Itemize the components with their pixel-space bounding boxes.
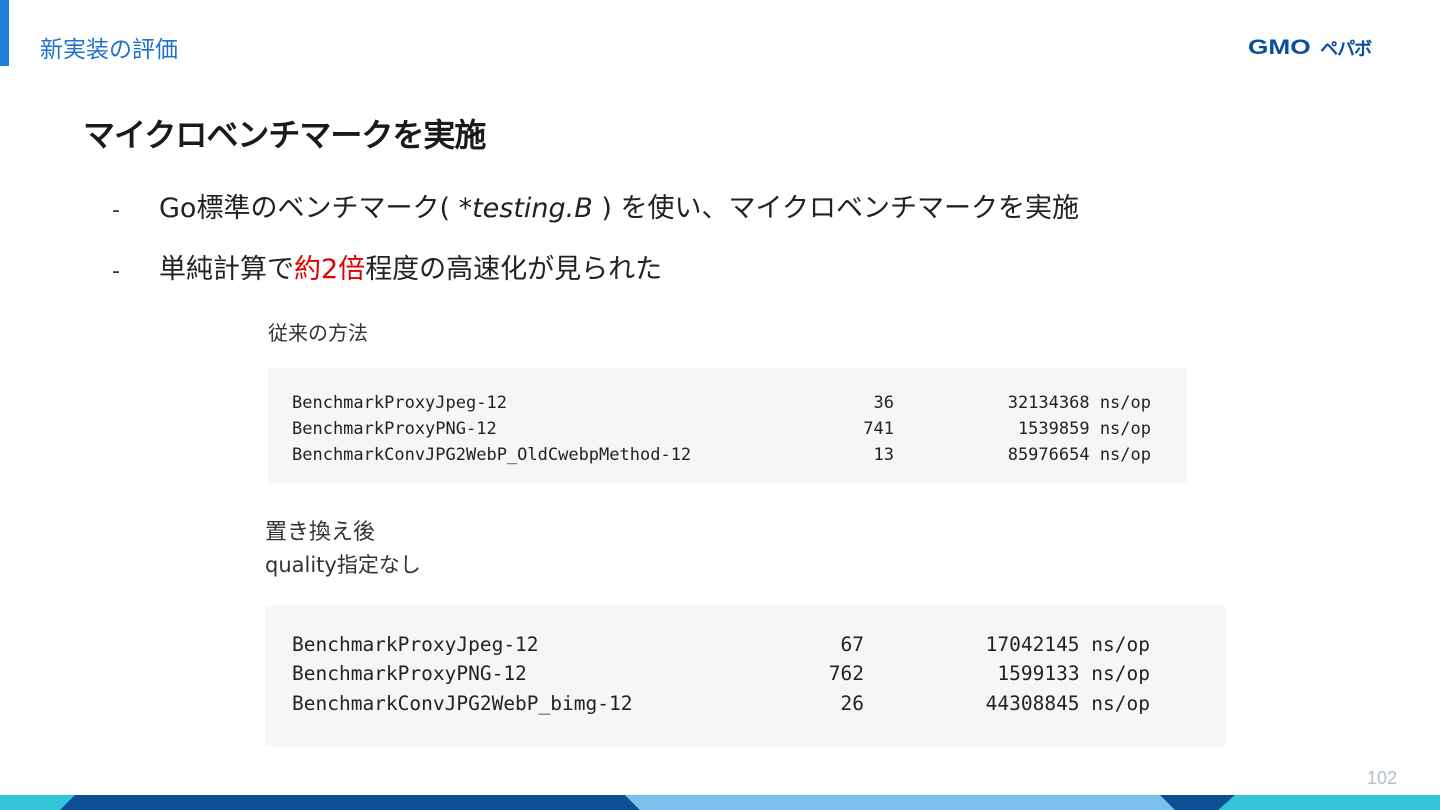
bullet-text: 単純計算で (159, 254, 294, 285)
section-title: 新実装の評価 (40, 37, 178, 63)
bullet-item: - 単純計算で約2倍程度の高速化が見られた (112, 247, 662, 286)
benchmark-name: BenchmarkProxyPNG-12 (292, 419, 497, 439)
benchmark-row: BenchmarkProxyJpeg-12 67 17042145 ns/op (265, 633, 1226, 659)
footer-light-segment (625, 795, 1175, 810)
benchmark-name: BenchmarkProxyJpeg-12 (292, 393, 507, 413)
slide-headline: マイクロベンチマークを実施 (83, 116, 486, 154)
benchmark-ns-op: 44308845 ns/op (985, 692, 1150, 715)
bullet-code: *testing.B (458, 193, 593, 224)
benchmark-iterations: 36 (873, 393, 894, 413)
benchmark-name: BenchmarkProxyPNG-12 (292, 662, 527, 685)
bullet-dash: - (112, 198, 120, 223)
header-accent-bar (0, 0, 9, 66)
footer-band (0, 795, 1440, 810)
benchmark-ns-op: 85976654 ns/op (1007, 445, 1151, 465)
benchmark-name: BenchmarkProxyJpeg-12 (292, 633, 539, 656)
benchmark-ns-op: 17042145 ns/op (985, 633, 1150, 656)
benchmark-ns-op: 1599133 ns/op (997, 662, 1150, 685)
benchmark-row: BenchmarkProxyPNG-12 741 1539859 ns/op (268, 419, 1187, 445)
benchmark-ns-op: 32134368 ns/op (1007, 393, 1151, 413)
benchmark-iterations: 67 (840, 633, 864, 656)
new-benchmark-results: BenchmarkProxyJpeg-12 67 17042145 ns/op … (265, 606, 1226, 746)
new-method-sublabel: quality指定なし (265, 553, 421, 577)
benchmark-row: BenchmarkConvJPG2WebP_OldCwebpMethod-12 … (268, 445, 1187, 471)
benchmark-name: BenchmarkConvJPG2WebP_OldCwebpMethod-12 (292, 445, 692, 465)
bullet-text-after: ) を使い、マイクロベンチマークを実施 (592, 193, 1079, 224)
logo-pepabo-text: ペパボ (1320, 39, 1372, 60)
benchmark-row: BenchmarkProxyPNG-12 762 1599133 ns/op (265, 662, 1226, 688)
old-method-label: 従来の方法 (268, 321, 368, 345)
footer-dark-segment (60, 795, 640, 810)
benchmark-ns-op: 1539859 ns/op (1017, 419, 1151, 439)
page-number: 102 (1367, 768, 1398, 788)
benchmark-iterations: 13 (873, 445, 894, 465)
bullet-text: Go標準のベンチマーク( (159, 193, 459, 224)
new-method-label: 置き換え後 (265, 520, 376, 545)
gmo-pepabo-logo: GMO ペパボ (1248, 36, 1372, 60)
benchmark-row: BenchmarkConvJPG2WebP_bimg-12 26 4430884… (265, 692, 1226, 718)
logo-gmo-text: GMO (1248, 36, 1311, 59)
old-benchmark-results: BenchmarkProxyJpeg-12 36 32134368 ns/op … (268, 368, 1187, 482)
bullet-highlight: 約2倍 (294, 254, 366, 285)
bullet-dash: - (112, 259, 120, 284)
benchmark-iterations: 26 (840, 692, 864, 715)
benchmark-row: BenchmarkProxyJpeg-12 36 32134368 ns/op (268, 393, 1187, 419)
bullet-item: - Go標準のベンチマーク( *testing.B ) を使い、マイクロベンチマー… (112, 186, 1079, 225)
bullet-text-after: 程度の高速化が見られた (365, 254, 663, 285)
benchmark-iterations: 762 (828, 662, 864, 685)
benchmark-iterations: 741 (863, 419, 894, 439)
benchmark-name: BenchmarkConvJPG2WebP_bimg-12 (292, 692, 633, 715)
